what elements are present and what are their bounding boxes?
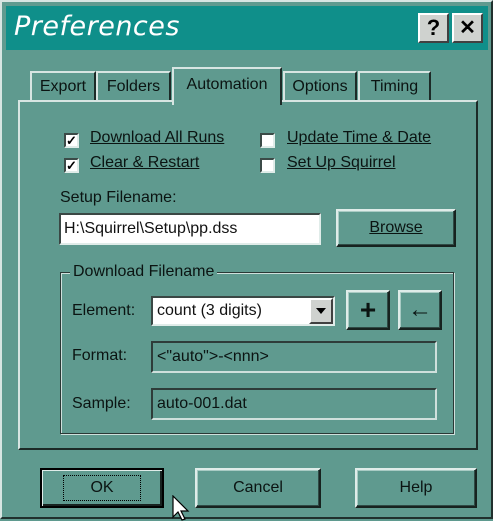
set-up-squirrel-label[interactable]: Set Up Squirrel	[287, 154, 396, 172]
download-filename-group-label: Download Filename	[70, 263, 218, 281]
element-select[interactable]: count (3 digits)	[151, 296, 335, 326]
help-title-button[interactable]: ?	[418, 13, 449, 43]
tab-timing[interactable]: Timing	[358, 71, 431, 103]
tab-options[interactable]: Options	[283, 71, 357, 103]
preferences-dialog: Preferences ? ✕ Export Folders Automatio…	[0, 0, 493, 521]
format-value: <"auto">-<nnn>	[151, 341, 437, 373]
add-element-button[interactable]: +	[346, 290, 390, 330]
update-time-date-checkbox[interactable]	[260, 133, 275, 148]
browse-label: Browse	[369, 219, 423, 236]
tab-automation[interactable]: Automation	[172, 67, 282, 105]
ok-button[interactable]: OK	[40, 468, 164, 508]
element-label: Element:	[72, 302, 136, 319]
help-button[interactable]: Help	[355, 468, 477, 508]
element-select-value: count (3 digits)	[157, 302, 262, 319]
tab-folders[interactable]: Folders	[96, 71, 171, 103]
window-title: Preferences	[14, 11, 180, 42]
plus-icon: +	[359, 294, 377, 325]
dropdown-arrow-button[interactable]	[309, 298, 333, 324]
browse-button[interactable]: Browse	[336, 209, 456, 247]
clear-restart-label[interactable]: Clear & Restart	[90, 154, 199, 172]
setup-filename-input[interactable]: H:\Squirrel\Setup\pp.dss	[59, 213, 321, 245]
title-bar: Preferences ? ✕	[6, 6, 488, 50]
update-time-date-label[interactable]: Update Time & Date	[287, 129, 431, 147]
tab-export[interactable]: Export	[30, 71, 96, 103]
download-all-runs-label[interactable]: Download All Runs	[90, 129, 224, 147]
sample-label: Sample:	[72, 395, 131, 412]
close-button[interactable]: ✕	[452, 13, 483, 43]
setup-filename-label: Setup Filename:	[60, 189, 177, 206]
download-all-runs-checkbox[interactable]: ✓	[64, 133, 79, 148]
close-icon: ✕	[459, 17, 476, 39]
remove-element-button[interactable]: ←	[398, 290, 442, 330]
clear-restart-checkbox[interactable]: ✓	[64, 158, 79, 173]
mouse-cursor-icon	[172, 495, 190, 521]
sample-value: auto-001.dat	[151, 388, 437, 420]
set-up-squirrel-checkbox[interactable]	[260, 158, 275, 173]
ok-label: OK	[63, 475, 141, 501]
arrow-left-icon: ←	[408, 296, 432, 323]
chevron-down-icon	[316, 308, 326, 314]
cancel-button[interactable]: Cancel	[195, 468, 321, 508]
format-label: Format:	[72, 347, 128, 364]
